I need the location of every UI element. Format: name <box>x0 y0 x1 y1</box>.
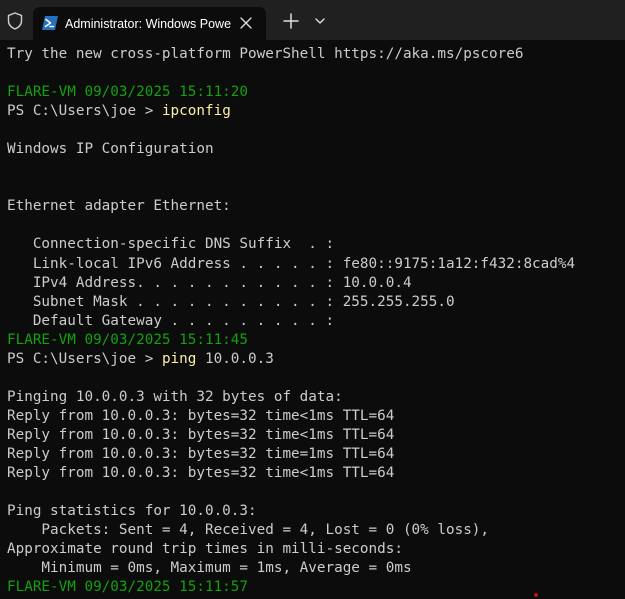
terminal-text: 10.0.0.3 <box>196 350 274 367</box>
terminal-text: Approximate round trip times in milli-se… <box>7 541 403 558</box>
terminal-line: PS C:\Users\joe > ipconfig <box>7 102 575 121</box>
terminal-line: Approximate round trip times in milli-se… <box>7 540 575 559</box>
terminal-text: Windows IP Configuration <box>7 141 214 158</box>
terminal-line: Connection-specific DNS Suffix . : <box>7 235 575 254</box>
terminal-line: Reply from 10.0.0.3: bytes=32 time=1ms T… <box>7 445 575 464</box>
terminal-text: Reply from 10.0.0.3: bytes=32 time<1ms T… <box>7 407 395 424</box>
terminal-text: Pinging 10.0.0.3 with 32 bytes of data: <box>7 388 343 405</box>
terminal-text: PS C:\Users\joe > <box>7 350 162 367</box>
terminal-text: Minimum = 0ms, Maximum = 1ms, Average = … <box>7 560 412 577</box>
terminal-text: Subnet Mask . . . . . . . . . . . : 255.… <box>7 293 455 310</box>
chevron-down-icon[interactable] <box>311 12 329 30</box>
terminal-line: Try the new cross-platform PowerShell ht… <box>7 45 575 64</box>
terminal-line: Default Gateway . . . . . . . . . : <box>7 312 575 331</box>
terminal-text: Reply from 10.0.0.3: bytes=32 time<1ms T… <box>7 465 395 482</box>
terminal-line: Reply from 10.0.0.3: bytes=32 time<1ms T… <box>7 407 575 426</box>
terminal-line: IPv4 Address. . . . . . . . . . . : 10.0… <box>7 274 575 293</box>
terminal-line: PS C:\Users\joe > ping 10.0.0.3 <box>7 350 575 369</box>
terminal-line: Pinging 10.0.0.3 with 32 bytes of data: <box>7 388 575 407</box>
powershell-icon <box>42 16 58 30</box>
terminal-text: Default Gateway . . . . . . . . . : <box>7 312 335 329</box>
terminal-lines: Try the new cross-platform PowerShell ht… <box>7 45 575 597</box>
terminal-text: Connection-specific DNS Suffix . : <box>7 236 335 253</box>
terminal-line: Windows IP Configuration <box>7 140 575 159</box>
terminal-line: Ping statistics for 10.0.0.3: <box>7 502 575 521</box>
tab-powershell[interactable]: Administrator: Windows PowerShell <box>33 7 266 40</box>
terminal-text: ipconfig <box>161 103 231 120</box>
scroll-indicator <box>534 593 538 597</box>
terminal-text: Packets: Sent = 4, Received = 4, Lost = … <box>7 522 490 539</box>
terminal-text: FLARE-VM 09/03/2025 15:11:57 <box>7 579 249 596</box>
terminal-text: PS C:\Users\joe > <box>7 103 162 120</box>
close-icon[interactable] <box>237 14 255 32</box>
terminal-text: FLARE-VM 09/03/2025 15:11:45 <box>7 331 249 348</box>
plus-icon[interactable] <box>280 10 302 32</box>
terminal-line: Ethernet adapter Ethernet: <box>7 197 575 216</box>
terminal-line: Minimum = 0ms, Maximum = 1ms, Average = … <box>7 559 575 578</box>
terminal-text: ping <box>161 350 197 367</box>
terminal-line: FLARE-VM 09/03/2025 15:11:20 <box>7 83 575 102</box>
terminal-text: IPv4 Address. . . . . . . . . . . : 10.0… <box>7 274 412 291</box>
title-bar: Administrator: Windows PowerShell <box>0 0 625 40</box>
terminal-line: FLARE-VM 09/03/2025 15:11:45 <box>7 331 575 350</box>
terminal-text: Ethernet adapter Ethernet: <box>7 198 231 215</box>
terminal-text: FLARE-VM 09/03/2025 15:11:20 <box>7 84 249 101</box>
terminal-text: Reply from 10.0.0.3: bytes=32 time=1ms T… <box>7 445 395 462</box>
terminal-text: Reply from 10.0.0.3: bytes=32 time<1ms T… <box>7 426 395 443</box>
terminal-line: Reply from 10.0.0.3: bytes=32 time<1ms T… <box>7 426 575 445</box>
terminal-text: Link-local IPv6 Address . . . . . : fe80… <box>7 255 576 272</box>
tab-title: Administrator: Windows PowerShell <box>65 17 231 31</box>
terminal-text: Try the new cross-platform PowerShell ht… <box>7 46 524 62</box>
terminal-line: Link-local IPv6 Address . . . . . : fe80… <box>7 255 575 274</box>
shield-icon <box>7 12 23 30</box>
terminal-line: FLARE-VM 09/03/2025 15:11:57 <box>7 578 575 597</box>
terminal-line: Subnet Mask . . . . . . . . . . . : 255.… <box>7 293 575 312</box>
terminal-line: Packets: Sent = 4, Received = 4, Lost = … <box>7 521 575 540</box>
terminal-line: Reply from 10.0.0.3: bytes=32 time<1ms T… <box>7 464 575 483</box>
terminal-output[interactable]: Try the new cross-platform PowerShell ht… <box>0 40 625 599</box>
terminal-text: Ping statistics for 10.0.0.3: <box>7 503 257 520</box>
